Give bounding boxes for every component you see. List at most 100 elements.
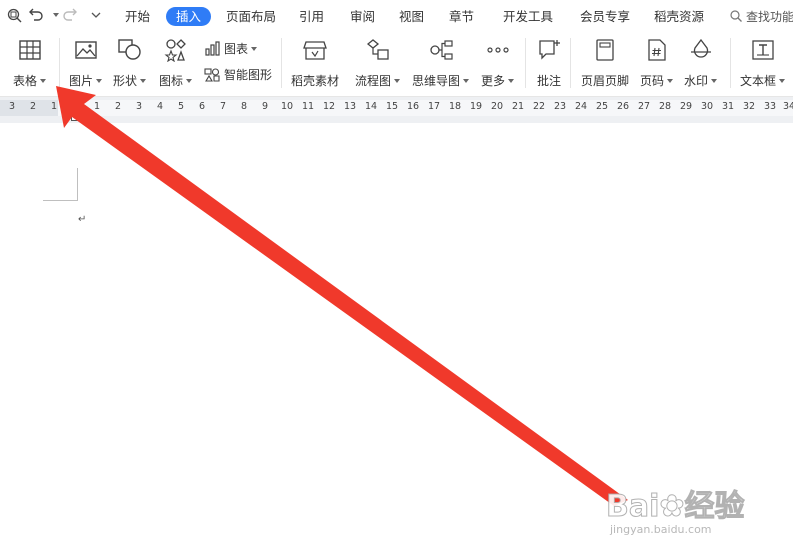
customize-dropdown-icon[interactable] — [88, 7, 104, 23]
ruler-tick: 3 — [135, 101, 143, 112]
ruler-tick: 19 — [469, 101, 483, 112]
ribbon-toolbar: 表格 图片 形状 图标 图表 智能图形 稻壳素材 流程图 思维导图 更多 批注 … — [0, 32, 793, 97]
tab-page-layout[interactable]: 页面布局 — [226, 7, 276, 26]
ruler-tick: 34 — [782, 101, 793, 112]
ruler-tick: 33 — [763, 101, 777, 112]
chevron-down-icon — [463, 78, 470, 83]
chevron-down-icon — [96, 78, 103, 83]
ribbon-separator — [525, 38, 526, 88]
more-button[interactable]: 更多 — [481, 36, 515, 89]
table-icon — [16, 36, 44, 64]
page-margin-corner — [43, 200, 78, 201]
more-label: 更多 — [481, 74, 506, 88]
tab-view[interactable]: 视图 — [399, 7, 424, 26]
ribbon-separator — [59, 38, 60, 88]
watermark-url: jingyan.baidu.com — [610, 523, 712, 536]
ruler-tick: 5 — [177, 101, 185, 112]
tab-insert[interactable]: 插入 — [166, 7, 212, 26]
paw-icon: ✿ — [659, 489, 685, 525]
chart-button[interactable]: 图表 — [204, 40, 258, 57]
ribbon-separator — [730, 38, 731, 88]
ribbon-separator — [570, 38, 571, 88]
mind-map-button[interactable]: 思维导图 — [412, 36, 470, 89]
ruler-tick: 9 — [261, 101, 269, 112]
horizontal-ruler[interactable]: 3 2 1 1 2 3 4 5 6 7 8 9 10 11 12 13 14 1… — [0, 97, 793, 123]
tab-references[interactable]: 引用 — [299, 7, 324, 26]
ruler-tick: 15 — [385, 101, 399, 112]
tab-docer-resources[interactable]: 稻壳资源 — [654, 7, 704, 26]
docer-material-button[interactable]: 稻壳素材 — [291, 36, 339, 89]
ruler-tick: 31 — [721, 101, 735, 112]
ruler-tick: 1 — [50, 101, 58, 112]
chevron-down-icon — [40, 78, 47, 83]
picture-button[interactable]: 图片 — [69, 36, 103, 89]
table-button[interactable]: 表格 — [13, 36, 47, 89]
undo-dropdown-icon[interactable] — [46, 7, 62, 23]
ruler-tick: 18 — [448, 101, 462, 112]
tab-review[interactable]: 审阅 — [350, 7, 375, 26]
tab-home[interactable]: 开始 — [125, 7, 150, 26]
watermark-label: 水印 — [684, 74, 709, 88]
header-footer-button[interactable]: 页眉页脚 — [581, 36, 629, 89]
indent-marker[interactable] — [71, 115, 78, 121]
smart-art-label: 智能图形 — [224, 68, 273, 82]
ruler-tick: 29 — [679, 101, 693, 112]
chevron-down-icon — [711, 78, 718, 83]
ruler-tick: 23 — [553, 101, 567, 112]
tab-developer-tools[interactable]: 开发工具 — [503, 7, 553, 26]
chevron-down-icon — [779, 78, 786, 83]
mind-map-label: 思维导图 — [412, 74, 461, 88]
icon-library-label: 图标 — [159, 74, 184, 88]
text-box-button[interactable]: 文本框 — [740, 36, 786, 89]
docer-material-label: 稻壳素材 — [291, 74, 340, 88]
tab-member-exclusive[interactable]: 会员专享 — [580, 7, 630, 26]
ruler-tick: 1 — [93, 101, 101, 112]
ruler-tick: 16 — [406, 101, 420, 112]
text-box-label: 文本框 — [740, 74, 777, 88]
docer-material-icon — [301, 36, 329, 64]
redo-icon[interactable] — [62, 7, 78, 23]
ruler-tick: 27 — [637, 101, 651, 112]
page-number-button[interactable]: 页码 — [640, 36, 674, 89]
smart-art-button[interactable]: 智能图形 — [204, 66, 272, 83]
picture-icon — [72, 36, 100, 64]
ruler-tick: 28 — [658, 101, 672, 112]
ruler-tick: 14 — [364, 101, 378, 112]
icon-library-button[interactable]: 图标 — [159, 36, 193, 89]
search-icon — [730, 10, 742, 22]
page-number-label: 页码 — [640, 74, 665, 88]
page-margin-corner — [77, 168, 78, 201]
chart-label: 图表 — [224, 42, 249, 56]
tab-section[interactable]: 章节 — [449, 7, 474, 26]
ruler-tick: 12 — [322, 101, 336, 112]
chevron-down-icon — [394, 78, 401, 83]
comment-label: 批注 — [536, 74, 561, 88]
ruler-tick: 25 — [595, 101, 609, 112]
shape-button[interactable]: 形状 — [113, 36, 147, 89]
baidu-watermark: Bai✿经验 jingyan.baidu.com — [605, 481, 756, 543]
text-box-icon — [749, 36, 777, 64]
ruler-tick: 2 — [29, 101, 37, 112]
ruler-tick: 17 — [427, 101, 441, 112]
undo-icon[interactable] — [28, 7, 44, 23]
header-footer-label: 页眉页脚 — [581, 74, 630, 88]
flowchart-button[interactable]: 流程图 — [355, 36, 401, 89]
watermark-brand: Bai✿经验 — [605, 489, 745, 525]
ruler-tick: 7 — [219, 101, 227, 112]
ruler-tick: 32 — [742, 101, 756, 112]
menu-bar: 开始 插入 页面布局 引用 审阅 视图 章节 开发工具 会员专享 稻壳资源 查找… — [0, 0, 793, 32]
watermark-button[interactable]: 水印 — [684, 36, 718, 89]
comment-button[interactable]: 批注 — [535, 36, 563, 89]
mind-map-icon — [427, 36, 455, 64]
ruler-tick: 4 — [156, 101, 164, 112]
search-label: 查找功能 — [746, 9, 793, 24]
ruler-tick: 3 — [8, 101, 16, 112]
chevron-down-icon — [508, 78, 515, 83]
ruler-tick: 21 — [511, 101, 525, 112]
print-preview-icon[interactable] — [6, 7, 22, 23]
search-function[interactable]: 查找功能 — [730, 8, 793, 24]
ruler-tick: 6 — [198, 101, 206, 112]
smart-art-icon — [204, 67, 220, 82]
header-footer-icon — [591, 36, 619, 64]
flowchart-icon — [364, 36, 392, 64]
